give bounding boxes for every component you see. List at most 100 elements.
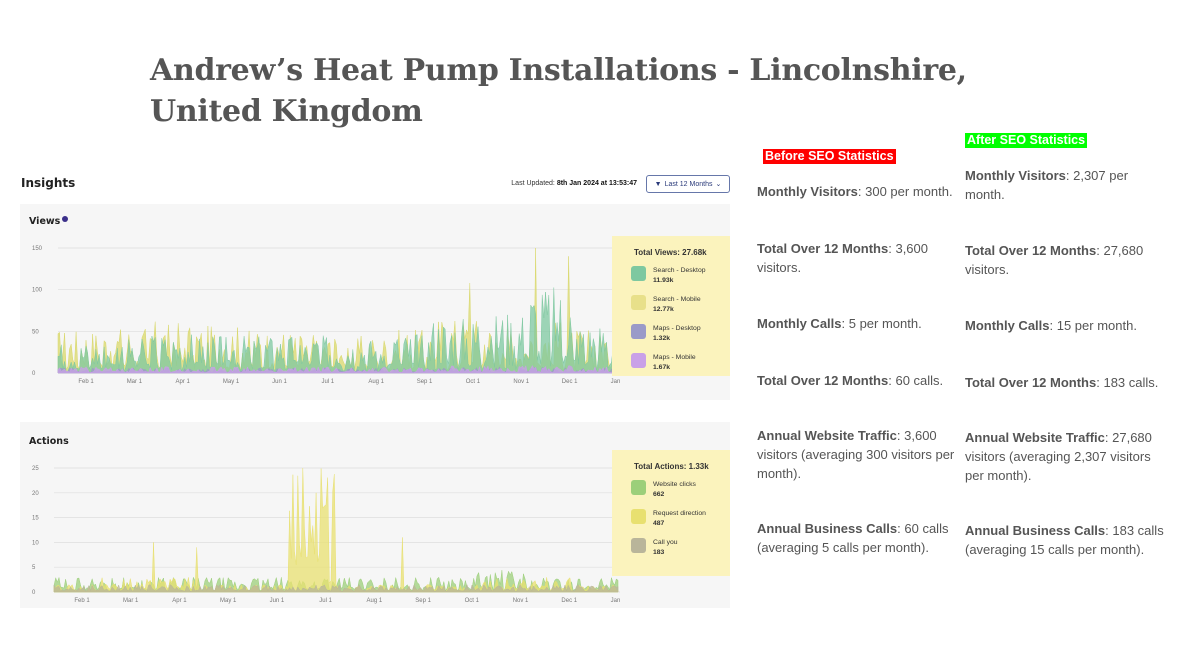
legend-item[interactable]: Maps - Desktop 1.32k [631, 324, 706, 353]
legend-series-name: Search - Desktop [653, 267, 706, 274]
stat-item: Monthly Calls: 5 per month. [757, 314, 963, 333]
stat-item: Annual Business Calls: 183 calls (averag… [965, 521, 1171, 559]
y-tick-label: 0 [32, 371, 36, 377]
stat-item: Annual Business Calls: 60 calls (averagi… [757, 519, 963, 557]
y-tick-label: 15 [32, 516, 39, 522]
y-tick-label: 0 [32, 590, 36, 596]
x-tick-label: May 1 [220, 598, 237, 604]
series-area [57, 287, 619, 374]
insights-card: Insights Last Updated: 8th Jan 2024 at 1… [20, 168, 732, 613]
last-updated: Last Updated: 8th Jan 2024 at 13:53:47 [511, 180, 637, 187]
x-tick-label: Sep 1 [417, 379, 433, 385]
legend-item[interactable]: Request direction 487 [631, 509, 706, 538]
stat-label: Total Over 12 Months [965, 375, 1097, 390]
legend-text: Call you 183 [653, 538, 678, 557]
legend-item[interactable]: Website clicks 662 [631, 480, 706, 509]
x-tick-label: Mar 1 [123, 598, 139, 604]
y-tick-label: 20 [32, 491, 39, 497]
legend-item[interactable]: Maps - Mobile 1.67k [631, 353, 706, 382]
stat-label: Annual Website Traffic [965, 430, 1105, 445]
stat-label: Annual Website Traffic [757, 428, 897, 443]
x-tick-label: Apr 1 [176, 379, 191, 385]
legend-text: Request direction 487 [653, 509, 706, 528]
after-seo-heading: After SEO Statistics [965, 133, 1088, 148]
legend-text: Search - Desktop 11.93k [653, 266, 706, 285]
legend-text: Search - Mobile 12.77k [653, 295, 701, 314]
legend-text: Website clicks 662 [653, 480, 696, 499]
stat-value: : 5 per month. [841, 316, 922, 331]
legend-text: Maps - Mobile 1.67k [653, 353, 696, 372]
stat-item: Total Over 12 Months: 3,600 visitors. [757, 239, 963, 277]
actions-panel: Actions 0 5 10 15 20 25 Feb 1 Mar 1 Apr 1 May 1 Ju… [20, 422, 730, 608]
before-seo-heading: Before SEO Statistics [763, 149, 896, 164]
legend-swatch [631, 509, 646, 524]
last-updated-value: 8th Jan 2024 at 13:53:47 [556, 180, 637, 187]
legend-item[interactable]: Call you 183 [631, 538, 706, 567]
legend-swatch [631, 353, 646, 368]
x-tick-label: Nov 1 [513, 379, 529, 385]
date-range-dropdown[interactable]: ▼ Last 12 Months ⌄ [646, 175, 730, 193]
stat-item: Annual Website Traffic: 3,600 visitors (… [757, 426, 963, 483]
y-tick-label: 25 [32, 466, 39, 472]
page-title: Andrew’s Heat Pump Installations - Linco… [150, 53, 967, 129]
x-tick-label: May 1 [223, 379, 240, 385]
stat-item: Monthly Calls: 15 per month. [965, 316, 1171, 335]
legend-swatch [631, 480, 646, 495]
stat-label: Monthly Visitors [757, 184, 858, 199]
x-tick-label: Jan 1 [611, 379, 620, 385]
stat-item: Total Over 12 Months: 183 calls. [965, 373, 1171, 392]
legend-series-value: 487 [653, 519, 665, 527]
x-tick-label: Nov 1 [513, 598, 529, 604]
stat-label: Total Over 12 Months [757, 241, 889, 256]
legend-series-value: 183 [653, 548, 665, 556]
legend-series-value: 1.67k [653, 363, 671, 371]
x-tick-label: Oct 1 [466, 379, 481, 385]
stat-value: : 183 calls. [1096, 375, 1159, 390]
last-updated-label: Last Updated: [511, 180, 555, 187]
stat-item: Total Over 12 Months: 60 calls. [757, 371, 963, 390]
x-tick-label: Sep 1 [415, 598, 431, 604]
legend-series-name: Request direction [653, 510, 706, 517]
stat-label: Monthly Visitors [965, 168, 1066, 183]
x-tick-label: Jul 1 [319, 598, 332, 604]
stat-item: Total Over 12 Months: 27,680 visitors. [965, 241, 1171, 279]
stat-item: Monthly Visitors: 2,307 per month. [965, 166, 1171, 204]
actions-total: Total Actions: 1.33k [634, 462, 709, 471]
legend-series-value: 12.77k [653, 305, 674, 313]
stat-item: Monthly Visitors: 300 per month. [757, 182, 963, 201]
legend-swatch [631, 266, 646, 281]
x-tick-label: Jul 1 [321, 379, 334, 385]
y-tick-label: 10 [32, 540, 39, 546]
actions-chart: 0 5 10 15 20 25 Feb 1 Mar 1 Apr 1 May 1 Jun 1 Jul 1… [32, 466, 620, 604]
legend-item[interactable]: Search - Mobile 12.77k [631, 295, 706, 324]
stat-label: Total Over 12 Months [757, 373, 889, 388]
actions-legend: Total Actions: 1.33k Website clicks 662 Re… [612, 450, 730, 576]
stat-value: : 15 per month. [1049, 318, 1137, 333]
legend-series-name: Call you [653, 539, 678, 546]
views-panel: Views 0 50 100 150 Feb 1 Mar 1 Apr 1 May 1 Jun 1… [20, 204, 730, 400]
x-tick-label: Feb 1 [74, 598, 90, 604]
x-tick-label: Oct 1 [465, 598, 480, 604]
views-legend: Total Views: 27.68k Search - Desktop 11.9… [612, 236, 730, 376]
series-area [53, 467, 619, 593]
x-tick-label: Apr 1 [172, 598, 187, 604]
x-tick-label: Aug 1 [367, 598, 383, 604]
legend-swatch [631, 295, 646, 310]
stat-label: Annual Business Calls [965, 523, 1106, 538]
legend-item[interactable]: Search - Desktop 11.93k [631, 266, 706, 295]
x-tick-label: Dec 1 [561, 598, 577, 604]
filter-icon: ▼ [654, 180, 662, 188]
views-total: Total Views: 27.68k [634, 248, 707, 257]
stat-label: Monthly Calls [757, 316, 842, 331]
legend-series-value: 662 [653, 490, 665, 498]
views-chart: 0 50 100 150 Feb 1 Mar 1 Apr 1 May 1 Jun 1 Jul 1 A… [32, 246, 620, 385]
after-seo-column: After SEO Statistics Monthly Visitors: 2… [965, 130, 1175, 557]
stat-label: Monthly Calls [965, 318, 1050, 333]
stat-label: Total Over 12 Months [965, 243, 1097, 258]
x-tick-label: Feb 1 [78, 379, 94, 385]
insights-title: Insights [21, 176, 76, 190]
date-range-label: Last 12 Months [664, 180, 713, 188]
y-tick-label: 5 [32, 565, 36, 571]
x-tick-label: Mar 1 [127, 379, 143, 385]
x-tick-label: Jan 1 [611, 598, 620, 604]
